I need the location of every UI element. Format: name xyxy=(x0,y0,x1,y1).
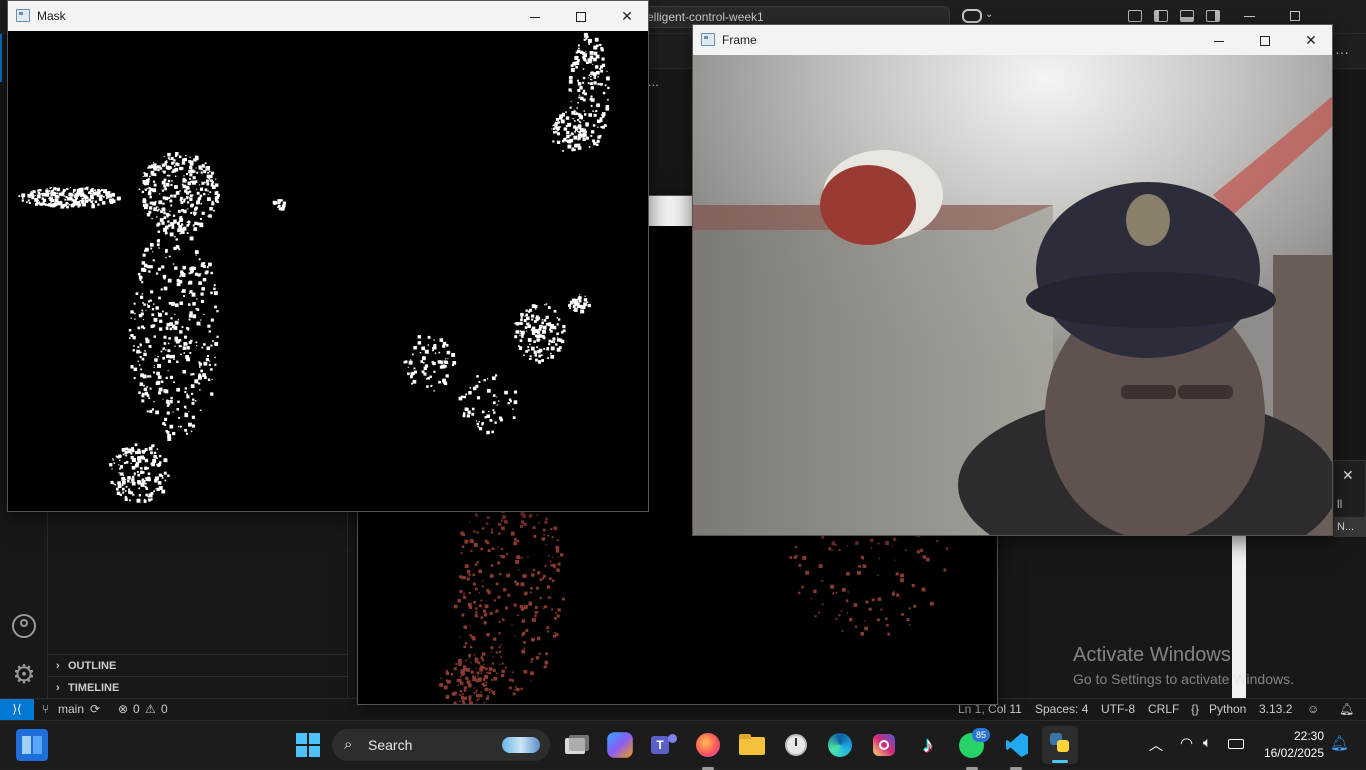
edge-icon[interactable] xyxy=(824,729,856,761)
manage-gear-icon[interactable]: ⚙ xyxy=(10,660,38,688)
notification-button[interactable]: N... xyxy=(1334,517,1366,537)
window-app-icon xyxy=(16,9,30,22)
minimize-button[interactable] xyxy=(512,1,558,31)
notification-text: ll xyxy=(1337,497,1342,511)
search-label: Search xyxy=(368,737,412,753)
warning-count[interactable]: 0 xyxy=(161,699,168,720)
toggle-sidebar-icon[interactable] xyxy=(1154,10,1168,22)
mask-window: Mask ✕ xyxy=(7,0,649,512)
chevron-down-icon[interactable]: ⌄ xyxy=(985,9,993,20)
bell-icon[interactable]: 🔔︎ xyxy=(1339,699,1354,720)
branch-icon: ⑂ xyxy=(42,699,49,720)
window-app-icon xyxy=(701,33,715,46)
vscode-icon[interactable] xyxy=(1000,729,1032,761)
more-actions-button[interactable]: ··· xyxy=(1335,44,1349,60)
chevron-right-icon: › xyxy=(56,677,68,699)
mask-canvas xyxy=(8,31,648,511)
toggle-panel-icon[interactable] xyxy=(1180,10,1194,22)
file-explorer-icon[interactable] xyxy=(736,729,768,761)
outline-section[interactable]: ›OUTLINE xyxy=(48,654,348,676)
wifi-icon[interactable]: ◠ xyxy=(1180,734,1193,752)
start-windows-icon[interactable] xyxy=(292,729,324,761)
python-icon[interactable] xyxy=(1042,726,1078,764)
firefox-icon[interactable] xyxy=(692,729,724,761)
vscode-minimize-button[interactable] xyxy=(1244,16,1255,17)
task-view-icon[interactable] xyxy=(560,729,592,761)
maximize-button[interactable] xyxy=(558,1,604,31)
timeline-section[interactable]: ›TIMELINE xyxy=(48,676,348,698)
chevron-right-icon: › xyxy=(56,655,68,677)
frame-window: Frame ✕ xyxy=(692,24,1333,536)
instagram-icon[interactable] xyxy=(868,729,900,761)
teams-icon[interactable]: T xyxy=(648,729,680,761)
close-icon[interactable]: ✕ xyxy=(1342,467,1354,484)
maximize-button[interactable] xyxy=(1242,25,1288,55)
widgets-icon[interactable] xyxy=(16,729,48,761)
clock-app-icon[interactable] xyxy=(780,729,812,761)
window-title: Frame xyxy=(722,25,757,55)
warning-icon[interactable]: ⚠ xyxy=(145,699,156,720)
frame-titlebar[interactable]: Frame ✕ xyxy=(693,25,1332,55)
notification-bell-icon[interactable]: 🔔︎ xyxy=(1330,734,1349,752)
copilot-icon[interactable] xyxy=(607,732,633,758)
branch-name[interactable]: main xyxy=(58,699,84,720)
notification-toast: ✕ ll N... xyxy=(1333,460,1366,536)
copilot-status-icon[interactable]: ☺ xyxy=(1307,699,1319,720)
show-hidden-icons-chevron-icon[interactable]: ︿ xyxy=(1149,735,1163,755)
battery-icon[interactable] xyxy=(1228,739,1244,749)
sync-icon[interactable]: ⟳ xyxy=(90,699,100,720)
toggle-secondary-sidebar-icon[interactable] xyxy=(1206,10,1220,22)
customize-layout-icon[interactable] xyxy=(1128,10,1142,22)
mask-image xyxy=(8,31,648,511)
python-version[interactable]: 3.13.2 xyxy=(1259,699,1292,720)
error-count[interactable]: 0 xyxy=(133,699,140,720)
language-mode[interactable]: Python xyxy=(1209,699,1246,720)
window-title: Mask xyxy=(37,1,66,31)
clock-time[interactable]: 22:30 xyxy=(1270,729,1324,743)
volume-icon[interactable]: 🔈︎ xyxy=(1203,734,1211,751)
close-button[interactable]: ✕ xyxy=(1288,25,1334,55)
error-icon[interactable]: ⊗ xyxy=(118,699,128,720)
search-highlight-image xyxy=(502,737,540,753)
tiktok-icon[interactable]: ♪ xyxy=(912,729,944,761)
remote-icon[interactable]: ⟩⟨ xyxy=(0,699,34,720)
webcam-image xyxy=(693,55,1332,535)
webcam-canvas xyxy=(693,55,1332,535)
language-brace-icon: {} xyxy=(1191,699,1199,720)
close-button[interactable]: ✕ xyxy=(604,1,650,31)
line-ending[interactable]: CRLF xyxy=(1148,699,1179,720)
vscode-restore-button[interactable] xyxy=(1290,11,1300,21)
clock-date[interactable]: 16/02/2025 xyxy=(1254,746,1324,760)
watermark-title: Activate Windows xyxy=(1073,644,1294,667)
activate-windows-watermark: Activate Windows Go to Settings to activ… xyxy=(1073,644,1294,687)
taskbar: ⌕ Search T ♪ 85 ︿ xyxy=(0,720,1366,768)
account-icon[interactable] xyxy=(12,614,36,638)
indentation[interactable]: Spaces: 4 xyxy=(1035,699,1088,720)
minimize-button[interactable] xyxy=(1196,25,1242,55)
copilot-icon[interactable] xyxy=(962,9,982,23)
search-icon: ⌕ xyxy=(344,729,352,761)
watermark-subtitle: Go to Settings to activate Windows. xyxy=(1073,671,1294,687)
mask-titlebar[interactable]: Mask ✕ xyxy=(8,1,648,31)
active-view-indicator xyxy=(0,34,2,82)
whatsapp-badge: 85 xyxy=(972,728,990,742)
encoding[interactable]: UTF-8 xyxy=(1101,699,1135,720)
taskbar-search[interactable]: ⌕ Search xyxy=(332,729,550,761)
tab-overflow[interactable]: ... xyxy=(648,74,659,89)
